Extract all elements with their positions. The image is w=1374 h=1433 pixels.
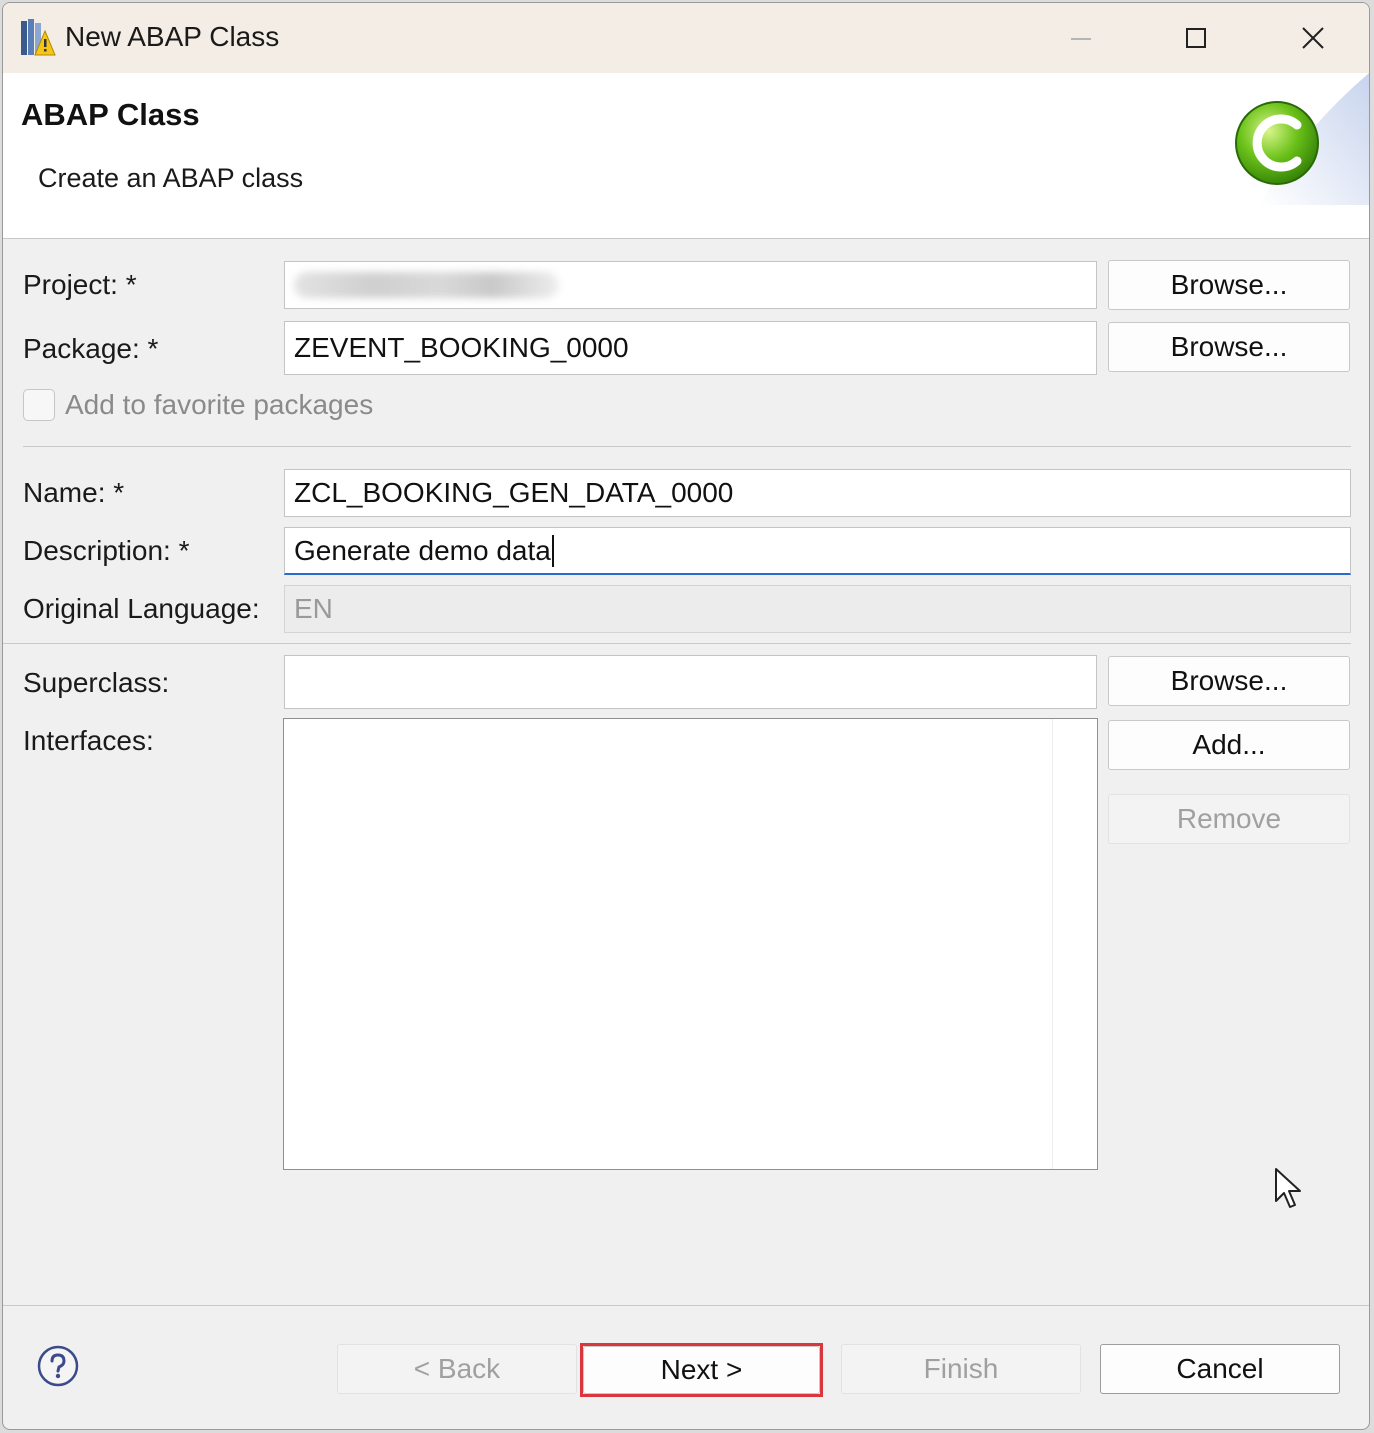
- interfaces-label: Interfaces:: [23, 725, 154, 756]
- separator: [23, 446, 1351, 447]
- package-input[interactable]: ZEVENT_BOOKING_0000: [284, 321, 1097, 375]
- package-value: ZEVENT_BOOKING_0000: [294, 332, 629, 363]
- interfaces-list[interactable]: [283, 718, 1098, 1170]
- text-caret: [551, 534, 554, 567]
- maximize-button[interactable]: [1165, 13, 1225, 63]
- description-label: Description: *: [23, 535, 190, 566]
- cancel-button[interactable]: Cancel: [1100, 1344, 1340, 1394]
- eclipse-app-icon: [19, 17, 59, 59]
- page-subtitle: Create an ABAP class: [38, 163, 304, 193]
- next-button-highlight: [580, 1343, 823, 1397]
- separator: [3, 643, 1351, 644]
- add-interface-button[interactable]: Add...: [1108, 720, 1350, 770]
- name-input[interactable]: ZCL_BOOKING_GEN_DATA_0000: [284, 469, 1351, 517]
- wizard-header: ABAP Class Create an ABAP class: [3, 73, 1369, 239]
- new-abap-class-dialog: New ABAP Class ABAP Class Create an ABAP…: [2, 2, 1370, 1430]
- class-c-icon: [1209, 73, 1369, 205]
- minimize-button[interactable]: [1051, 13, 1111, 63]
- superclass-browse-button[interactable]: Browse...: [1108, 656, 1350, 706]
- footer-separator: [3, 1305, 1369, 1306]
- favorite-packages-checkbox[interactable]: [23, 389, 55, 421]
- project-browse-button[interactable]: Browse...: [1108, 260, 1350, 310]
- finish-button: Finish: [841, 1344, 1081, 1394]
- title-bar: New ABAP Class: [3, 3, 1369, 73]
- name-value: ZCL_BOOKING_GEN_DATA_0000: [294, 477, 734, 508]
- original-language-value: EN: [294, 593, 333, 624]
- superclass-label: Superclass:: [23, 667, 170, 698]
- description-input[interactable]: Generate demo data: [284, 527, 1351, 575]
- original-language-label: Original Language:: [23, 593, 260, 624]
- name-label: Name: *: [23, 477, 125, 508]
- mouse-pointer-icon: [1274, 1167, 1302, 1209]
- original-language-input: EN: [284, 585, 1351, 633]
- help-icon[interactable]: [37, 1345, 79, 1387]
- favorite-packages-label: Add to favorite packages: [65, 389, 374, 420]
- remove-interface-button: Remove: [1108, 794, 1350, 844]
- description-value: Generate demo data: [294, 534, 551, 566]
- page-title: ABAP Class: [21, 97, 200, 132]
- interfaces-list-divider: [1052, 719, 1053, 1169]
- package-browse-button[interactable]: Browse...: [1108, 322, 1350, 372]
- window-title: New ABAP Class: [65, 21, 280, 52]
- project-input[interactable]: [284, 261, 1097, 309]
- superclass-input[interactable]: [284, 655, 1097, 709]
- project-label: Project: *: [23, 269, 137, 300]
- back-button: < Back: [337, 1344, 577, 1394]
- project-value-redacted: [294, 272, 559, 298]
- package-label: Package: *: [23, 333, 159, 364]
- close-button[interactable]: [1283, 13, 1343, 63]
